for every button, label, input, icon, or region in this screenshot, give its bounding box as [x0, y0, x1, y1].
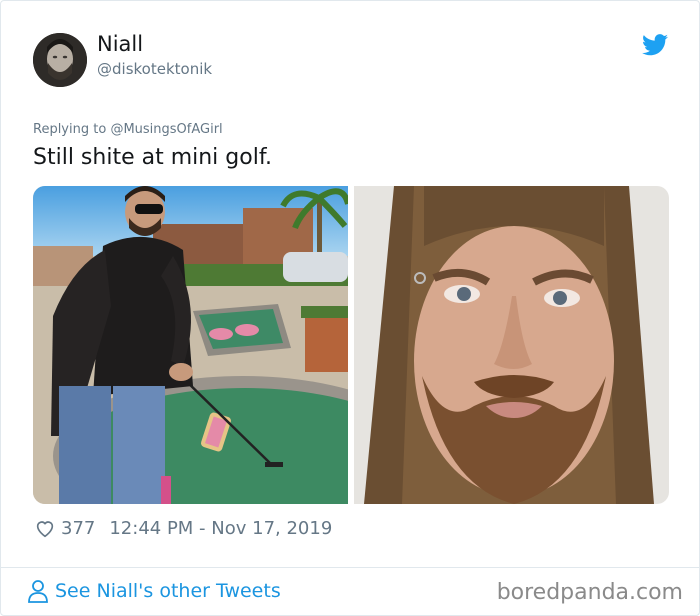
- author-name[interactable]: Niall: [97, 32, 143, 56]
- author-handle[interactable]: @diskotektonik: [97, 60, 212, 78]
- person-icon: [28, 580, 48, 603]
- watermark: boredpanda.com: [496, 580, 683, 605]
- tweet-text: Still shite at mini golf.: [33, 145, 272, 170]
- tweet-timestamp[interactable]: 12:44 PM - Nov 17, 2019: [109, 518, 332, 539]
- reply-mention-link[interactable]: @MusingsOfAGirl: [110, 122, 222, 137]
- footer-divider: [1, 567, 700, 568]
- like-count[interactable]: 377: [61, 518, 95, 539]
- photo-mini-golf[interactable]: [33, 186, 348, 504]
- author-avatar[interactable]: [33, 33, 87, 87]
- see-other-tweets-link[interactable]: See Niall's other Tweets: [27, 579, 281, 603]
- see-other-tweets-label: See Niall's other Tweets: [55, 580, 281, 602]
- tweet-meta: 377 12:44 PM - Nov 17, 2019: [34, 516, 332, 540]
- heart-icon[interactable]: [34, 517, 56, 539]
- photo-selfie[interactable]: [354, 186, 669, 504]
- tweet-media: [33, 186, 669, 504]
- reply-prefix: Replying to: [33, 122, 107, 137]
- twitter-bird-icon[interactable]: [642, 34, 668, 56]
- tweet-card: Niall @diskotektonik Replying to @Musing…: [0, 0, 700, 616]
- reply-context: Replying to @MusingsOfAGirl: [33, 122, 223, 137]
